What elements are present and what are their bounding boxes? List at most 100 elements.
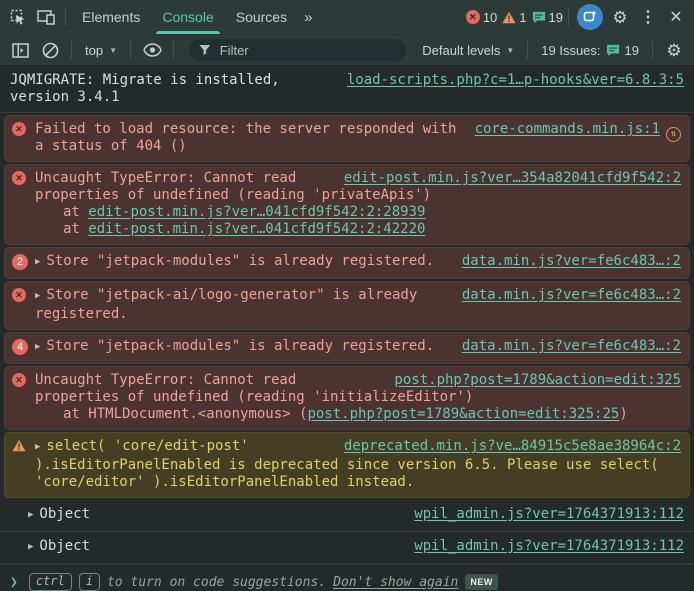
inspect-element-icon[interactable] (4, 3, 32, 31)
chevron-down-icon: ▼ (109, 45, 117, 55)
more-tabs-icon[interactable]: » (298, 9, 318, 26)
divider (65, 8, 66, 26)
dismiss-hint-link[interactable]: Don't show again (333, 575, 458, 590)
message-text: Store "jetpack-modules" is already regis… (46, 253, 435, 269)
expand-arrow-icon[interactable]: ▶ (28, 507, 33, 524)
error-icon: ✕ (12, 373, 26, 387)
console-pane: load-scripts.php?c=1…p-hooks&ver=6.8.3:5… (0, 66, 694, 591)
log-levels-dropdown[interactable]: Default levels ▼ (416, 43, 520, 58)
message-source: deprecated.min.js?ve…84915c5e8ae38964c:2 (344, 438, 681, 455)
filter-box[interactable] (189, 39, 407, 61)
warning-icon (502, 11, 516, 23)
devtools-window: Elements Console Sources » ✕ 10 1 19 ⚙ ⋮… (0, 0, 694, 591)
capture-tool-icon (583, 10, 597, 23)
source-link[interactable]: wpil_admin.js?ver=1764371913:112 (414, 538, 684, 554)
source-link[interactable]: post.php?post=1789&action=edit:325:25 (307, 406, 619, 422)
device-toolbar-icon[interactable] (32, 3, 60, 31)
source-link[interactable]: post.php?post=1789&action=edit:325 (394, 372, 681, 388)
issues-bubble-icon (606, 44, 619, 56)
console-settings-gear-icon[interactable]: ⚙ (660, 36, 688, 64)
tab-console[interactable]: Console (151, 0, 224, 34)
console-message-log: wpil_admin.js?ver=1764371913:112 ▶ Object (0, 532, 694, 564)
divider (568, 8, 569, 26)
expand-arrow-icon[interactable]: ▶ (35, 339, 40, 356)
source-link[interactable]: data.min.js?ver=fe6c483…:2 (462, 253, 681, 269)
message-source: wpil_admin.js?ver=1764371913:112 (414, 538, 684, 555)
message-source: data.min.js?ver=fe6c483…:2 (462, 287, 681, 304)
prompt-chevron-icon: ❯ (10, 574, 18, 590)
message-source: data.min.js?ver=fe6c483…:2 (462, 253, 681, 270)
status-counts: ✕ 10 1 19 (465, 9, 563, 25)
filter-funnel-icon (199, 44, 211, 56)
message-text: Store "jetpack-ai/logo-generator" is alr… (35, 287, 418, 322)
source-link[interactable]: core-commands.min.js:1 (475, 121, 660, 137)
message-count[interactable]: 19 (532, 10, 563, 25)
source-link[interactable]: load-scripts.php?c=1…p-hooks&ver=6.8.3:5 (347, 72, 684, 88)
error-count-value: 10 (482, 9, 498, 25)
settings-gear-icon[interactable]: ⚙ (606, 3, 634, 31)
expand-arrow-icon[interactable]: ▶ (35, 254, 40, 271)
source-link[interactable]: wpil_admin.js?ver=1764371913:112 (414, 506, 684, 522)
network-request-icon[interactable]: ⇅ (666, 127, 681, 142)
message-source: load-scripts.php?c=1…p-hooks&ver=6.8.3:5 (347, 72, 684, 89)
console-message-error: 4 data.min.js?ver=fe6c483…:2 ▶ Store "jetpa… (4, 332, 690, 364)
repeat-count-badge: 4 (12, 339, 28, 355)
warning-icon (12, 439, 26, 452)
filter-input[interactable] (217, 41, 397, 59)
clear-console-icon[interactable] (36, 36, 64, 64)
error-count[interactable]: ✕ 10 (465, 9, 498, 25)
console-message-error: 2 data.min.js?ver=fe6c483…:2 ▶ Store "jetpa… (4, 247, 690, 279)
console-prompt[interactable]: ❯ ctrl i to turn on code suggestions. Do… (0, 564, 694, 591)
devtools-tab-bar: Elements Console Sources » ✕ 10 1 19 ⚙ ⋮… (0, 0, 694, 34)
message-source: data.min.js?ver=fe6c483…:2 (462, 338, 681, 355)
divider (652, 41, 653, 59)
console-message-log: load-scripts.php?c=1…p-hooks&ver=6.8.3:5… (0, 66, 694, 113)
console-messages: load-scripts.php?c=1…p-hooks&ver=6.8.3:5… (0, 66, 694, 564)
log-levels-value: Default levels (422, 42, 501, 58)
more-options-icon[interactable]: ⋮ (634, 3, 662, 31)
console-message-log: wpil_admin.js?ver=1764371913:112 ▶ Object (0, 500, 694, 532)
source-link[interactable]: data.min.js?ver=fe6c483…:2 (462, 338, 681, 354)
issues-label: 19 Issues: (541, 42, 601, 58)
warning-count-value: 1 (519, 9, 527, 25)
message-source: core-commands.min.js:1 ⇅ (475, 121, 681, 142)
error-icon: ✕ (465, 10, 480, 24)
extension-button[interactable] (577, 4, 603, 30)
message-text: Store "jetpack-modules" is already regis… (46, 338, 435, 354)
console-message-error: ✕ core-commands.min.js:1 ⇅ Failed to load r… (4, 115, 690, 162)
context-selector-dropdown[interactable]: top ▼ (79, 43, 123, 58)
message-text: Failed to load resource: the server resp… (35, 121, 457, 154)
code-suggestions-hint: to turn on code suggestions. (106, 574, 327, 590)
message-source: edit-post.min.js?ver…354a82041cfd9f542:2 (344, 170, 681, 187)
expand-arrow-icon[interactable]: ▶ (35, 288, 40, 305)
warning-count[interactable]: 1 (502, 9, 527, 25)
source-link[interactable]: edit-post.min.js?ver…041cfd9f542:2:28939 (88, 204, 425, 220)
stack-frame: at HTMLDocument.<anonymous> (post.php?po… (63, 406, 628, 422)
divider (527, 41, 529, 59)
issues-counter[interactable]: 19 Issues: 19 (535, 43, 645, 58)
expand-arrow-icon[interactable]: ▶ (35, 439, 40, 456)
message-text: Object (39, 506, 90, 522)
message-bubble-icon (532, 11, 545, 23)
source-link[interactable]: data.min.js?ver=fe6c483…:2 (462, 287, 681, 303)
source-link[interactable]: edit-post.min.js?ver…041cfd9f542:2:42220 (88, 221, 425, 237)
message-source: wpil_admin.js?ver=1764371913:112 (414, 506, 684, 523)
keycap-i: i (78, 573, 100, 591)
tab-sources[interactable]: Sources (225, 0, 298, 34)
stack-frame: at edit-post.min.js?ver…041cfd9f542:2:42… (63, 221, 426, 237)
context-selector-value: top (85, 42, 104, 58)
live-expression-eye-icon[interactable] (138, 36, 166, 64)
divider (71, 41, 72, 59)
stack-frame: at edit-post.min.js?ver…041cfd9f542:2:28… (63, 204, 426, 220)
console-toolbar: top ▼ Default levels ▼ 19 Issues: (0, 34, 694, 66)
chevron-down-icon: ▼ (506, 45, 515, 55)
console-sidebar-toggle-icon[interactable] (6, 36, 34, 64)
console-message-error: ✕ edit-post.min.js?ver…354a82041cfd9f542:… (4, 164, 690, 245)
console-message-error: ✕ data.min.js?ver=fe6c483…:2 ▶ Store "jetpa… (4, 281, 690, 330)
expand-arrow-icon[interactable]: ▶ (28, 539, 33, 556)
tab-elements[interactable]: Elements (71, 0, 151, 34)
source-link[interactable]: deprecated.min.js?ve…84915c5e8ae38964c:2 (344, 438, 681, 454)
source-link[interactable]: edit-post.min.js?ver…354a82041cfd9f542:2 (344, 170, 681, 186)
close-devtools-icon[interactable]: ✕ (662, 3, 690, 31)
new-badge: NEW (465, 574, 498, 590)
